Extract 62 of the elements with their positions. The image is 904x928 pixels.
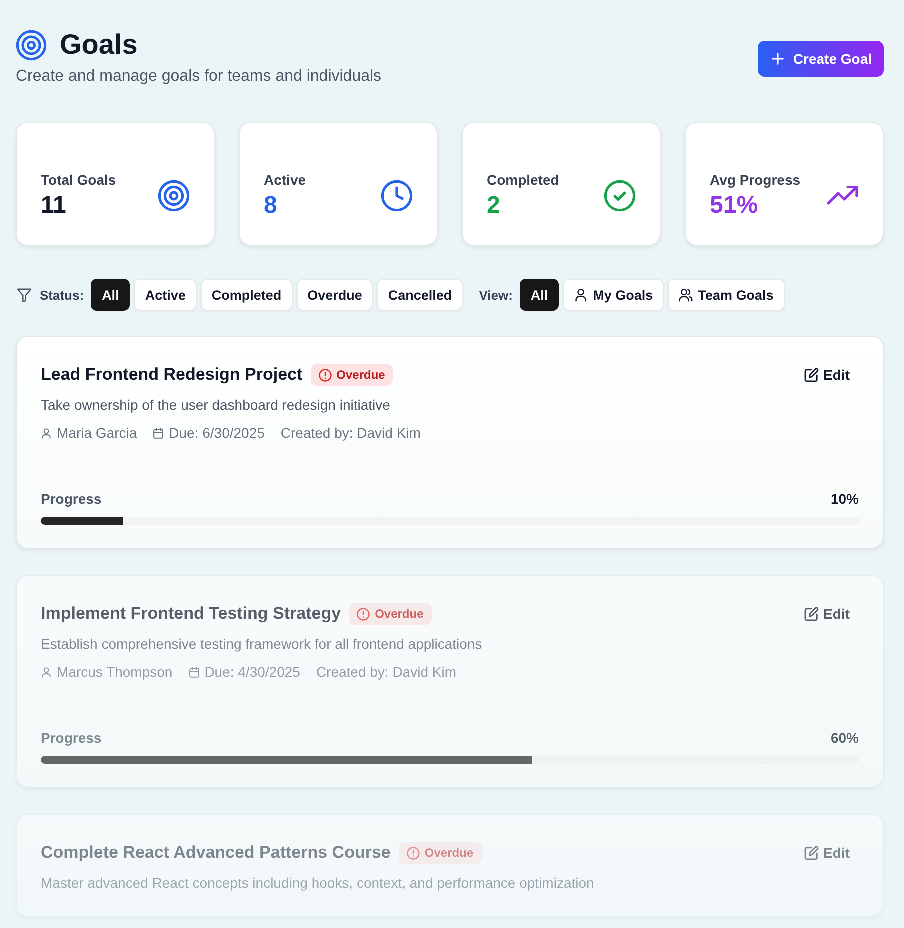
stat-label: Completed — [487, 171, 560, 190]
status-badge: Overdue — [310, 364, 394, 386]
target-icon — [16, 30, 47, 60]
goal-owner: Maria Garcia — [57, 424, 138, 443]
goal-title: Implement Frontend Testing Strategy — [41, 603, 342, 625]
view-filter-tab[interactable]: My Goals — [563, 279, 664, 311]
goal-description: Take ownership of the user dashboard redesign initiative — [41, 396, 392, 415]
stat-label: Total Goals — [41, 171, 116, 190]
view-filter-tab[interactable]: All — [520, 279, 560, 311]
user-icon — [41, 666, 52, 678]
alert-circle-icon — [357, 608, 370, 620]
goal-title: Complete React Advanced Patterns Course — [41, 842, 391, 864]
stat-value: 8 — [264, 191, 278, 221]
trending-up-icon — [827, 186, 859, 206]
goal-owner: Marcus Thompson — [57, 663, 173, 682]
status-filter-tab[interactable]: Completed — [200, 279, 293, 311]
goal-due-date: Due: 6/30/2025 — [169, 424, 265, 443]
view-filter-tab[interactable]: Team Goals — [668, 279, 785, 311]
edit-icon — [804, 368, 819, 382]
goal-title: Lead Frontend Redesign Project — [41, 364, 303, 386]
status-filter-tab[interactable]: Cancelled — [377, 279, 464, 311]
alert-circle-icon — [318, 368, 332, 382]
alert-circle-icon — [406, 846, 420, 860]
progress-label: Progress — [41, 490, 102, 509]
filter-icon — [17, 288, 32, 302]
create-goal-button[interactable]: Create Goal — [758, 40, 884, 76]
stat-value: 51% — [710, 191, 760, 221]
status-filter-tab[interactable]: All — [91, 279, 130, 311]
view-filter-label: View: — [479, 288, 513, 302]
status-filter-label: Status: — [40, 288, 84, 302]
check-circle-icon — [604, 180, 636, 212]
edit-button[interactable]: Edit — [794, 841, 859, 865]
page-subtitle: Create and manage goals for teams and individuals — [16, 67, 382, 87]
edit-button[interactable]: Edit — [794, 602, 859, 626]
clock-icon — [381, 180, 413, 212]
edit-button[interactable]: Edit — [794, 363, 859, 387]
edit-icon — [804, 606, 819, 622]
page-title: Goals — [60, 28, 138, 62]
goal-creator: Created by: David Kim — [316, 663, 456, 682]
user-icon — [41, 428, 52, 438]
users-icon — [679, 288, 694, 302]
stat-value: 2 — [487, 191, 502, 221]
target-icon — [158, 180, 190, 212]
goal-creator: Created by: David Kim — [280, 424, 421, 443]
progress-percent: 60% — [830, 729, 859, 748]
stat-value: 11 — [41, 191, 68, 221]
goal-due-date: Due: 4/30/2025 — [204, 663, 300, 682]
goal-description: Establish comprehensive testing framework for all frontend applications — [41, 635, 484, 654]
edit-icon — [804, 846, 819, 860]
status-filter-tab[interactable]: Active — [134, 279, 197, 311]
status-badge: Overdue — [349, 603, 432, 625]
status-filter-tab[interactable]: Overdue — [296, 279, 374, 311]
status-badge: Overdue — [398, 842, 482, 864]
goal-description: Master advanced React concepts including hooks, context, and performance optimization — [41, 874, 596, 893]
progress-label: Progress — [41, 729, 102, 748]
plus-icon — [772, 52, 784, 64]
progress-percent: 10% — [830, 490, 859, 509]
stat-label: Avg Progress — [710, 171, 801, 190]
stat-label: Active — [264, 171, 306, 190]
calendar-icon — [188, 666, 200, 678]
user-icon — [574, 288, 588, 302]
calendar-icon — [153, 428, 164, 438]
